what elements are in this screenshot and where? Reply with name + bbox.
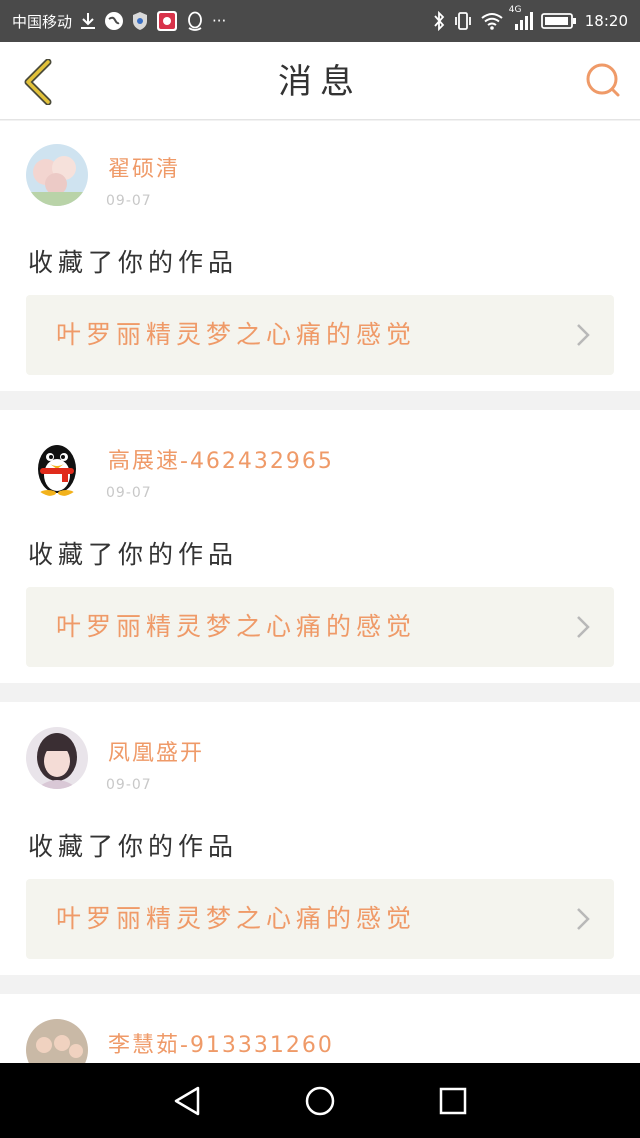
work-title: 叶罗丽精灵梦之心痛的感觉: [56, 612, 417, 641]
username[interactable]: 高展速-462432965: [108, 443, 334, 475]
username[interactable]: 李慧茹-913331260: [108, 1027, 334, 1059]
work-link[interactable]: 叶罗丽精灵梦之心痛的感觉: [26, 879, 614, 959]
message-action: 收藏了你的作品: [28, 540, 239, 569]
message-card: 凤凰盛开 09-07 收藏了你的作品 叶罗丽精灵梦之心痛的感觉: [0, 702, 640, 975]
flower-avatar[interactable]: [26, 144, 88, 206]
girl-avatar[interactable]: [26, 727, 88, 789]
square-recents-icon: [440, 1087, 467, 1114]
message-date: 09-07: [106, 485, 152, 501]
bluetooth-icon: [433, 11, 445, 31]
system-nav-bar: [0, 1063, 640, 1138]
status-bar: 中国移动 ··· 4G 18:20: [0, 0, 640, 42]
status-left: 中国移动 ···: [12, 10, 226, 32]
search-icon: [586, 63, 620, 97]
username[interactable]: 翟硕清: [108, 151, 180, 183]
group-photo-avatar[interactable]: [26, 1019, 88, 1063]
triangle-back-icon: [174, 1086, 199, 1115]
work-link[interactable]: 叶罗丽精灵梦之心痛的感觉: [26, 587, 614, 667]
message-card: 李慧茹-913331260: [0, 994, 640, 1063]
wifi-icon: [481, 12, 503, 30]
work-link[interactable]: 叶罗丽精灵梦之心痛的感觉: [26, 295, 614, 375]
work-title: 叶罗丽精灵梦之心痛的感觉: [56, 904, 417, 933]
nav-recents-button[interactable]: [428, 1076, 478, 1126]
message-list: 翟硕清 09-07 收藏了你的作品 叶罗丽精灵梦之心痛的感觉 高展速-46243…: [0, 121, 640, 1063]
photo-app-icon: [156, 10, 178, 32]
message-action: 收藏了你的作品: [28, 248, 239, 277]
page-title: 消息: [278, 62, 362, 102]
nav-home-button[interactable]: [295, 1076, 345, 1126]
screen: 中国移动 ··· 4G 18:20 消息 翟硕清 09-07 收藏了你的作品 叶…: [0, 0, 640, 1138]
header-bar: 消息: [0, 42, 640, 120]
clock: 18:20: [584, 12, 628, 30]
download-icon: [80, 12, 96, 30]
signal-icon: 4G: [509, 5, 533, 31]
work-title: 叶罗丽精灵梦之心痛的感觉: [56, 320, 417, 349]
message-date: 09-07: [106, 777, 152, 793]
qq-notification-icon: [186, 11, 204, 31]
shield-app-icon: [132, 11, 148, 31]
search-button[interactable]: [582, 59, 626, 103]
circle-home-icon: [305, 1086, 335, 1115]
message-card: 高展速-462432965 09-07 收藏了你的作品 叶罗丽精灵梦之心痛的感觉: [0, 410, 640, 683]
status-right: 4G 18:20: [433, 5, 628, 31]
globe-app-icon: [104, 11, 124, 31]
nav-back-button[interactable]: [162, 1076, 212, 1126]
network-type: 4G: [508, 5, 522, 15]
qq-penguin-avatar[interactable]: [26, 435, 88, 497]
battery-icon: [540, 12, 577, 30]
vibrate-icon: [453, 11, 473, 31]
message-card: 翟硕清 09-07 收藏了你的作品 叶罗丽精灵梦之心痛的感觉: [0, 121, 640, 391]
chevron-right-icon: [577, 908, 590, 930]
message-date: 09-07: [106, 193, 152, 209]
username[interactable]: 凤凰盛开: [108, 735, 204, 767]
more-notifications: ···: [212, 12, 227, 30]
chevron-right-icon: [577, 324, 590, 346]
message-action: 收藏了你的作品: [28, 832, 239, 861]
carrier-label: 中国移动: [12, 12, 73, 31]
chevron-right-icon: [577, 616, 590, 638]
